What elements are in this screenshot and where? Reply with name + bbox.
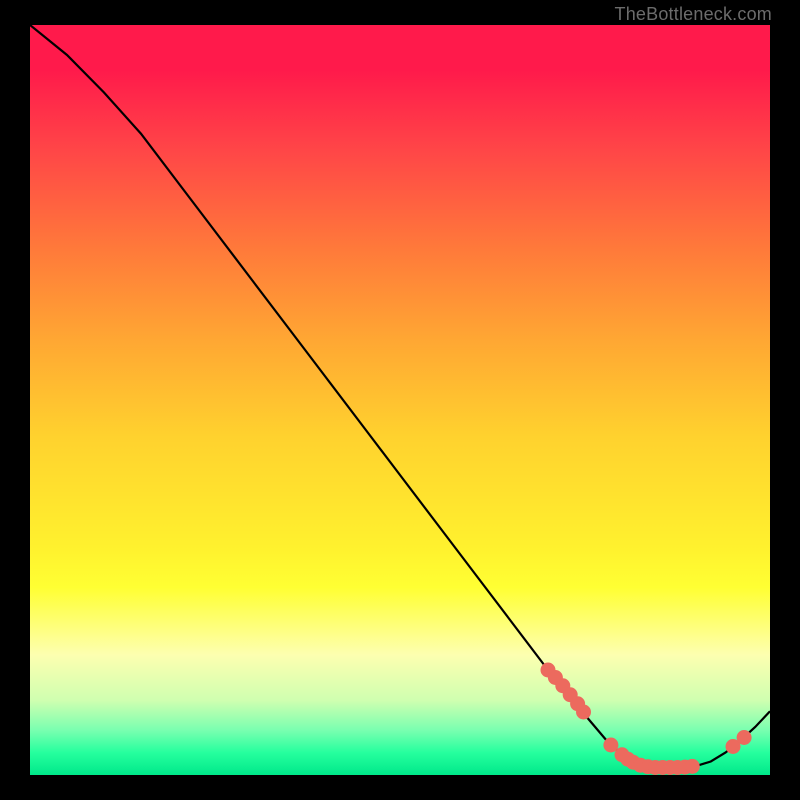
attribution-label: TheBottleneck.com	[615, 4, 772, 25]
chart-plot-area	[30, 25, 770, 775]
bottleneck-curve	[30, 25, 770, 768]
data-markers	[541, 663, 751, 775]
chart-svg-overlay	[30, 25, 770, 775]
data-marker	[685, 759, 699, 773]
data-marker	[577, 705, 591, 719]
data-marker	[604, 738, 618, 752]
chart-stage: TheBottleneck.com	[0, 0, 800, 800]
data-marker	[737, 731, 751, 745]
